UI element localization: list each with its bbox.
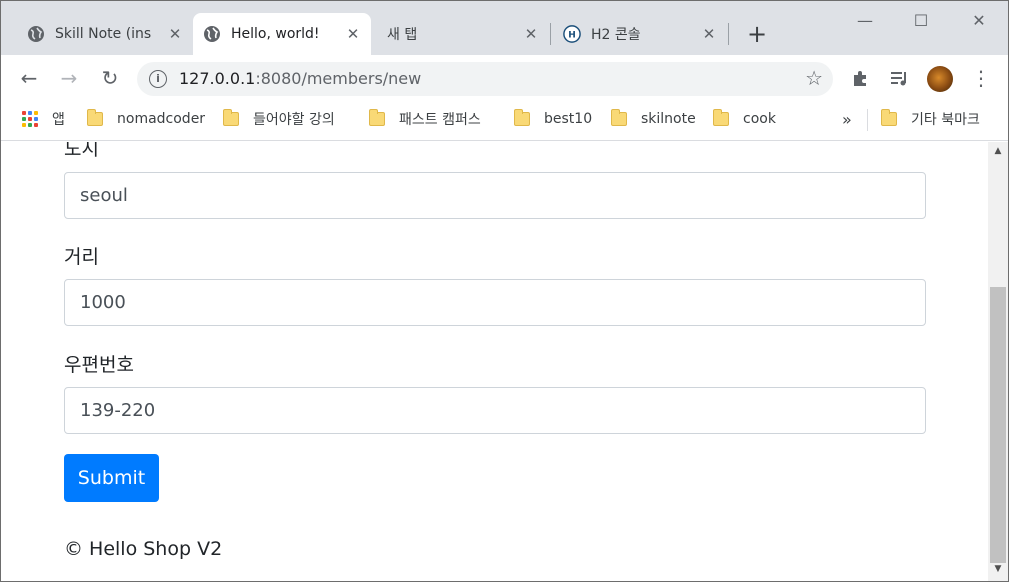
extensions-puzzle-icon[interactable] <box>846 64 874 92</box>
scroll-up-arrow-icon[interactable]: ▲ <box>988 146 1008 160</box>
bookmark-label: 들어야할 강의 <box>253 112 335 128</box>
close-tab-icon[interactable]: ✕ <box>521 25 541 43</box>
tab-title: Skill Note (ins <box>55 26 152 42</box>
tab-h2-console[interactable]: H H2 콘솔 ✕ <box>553 13 727 55</box>
globe-icon <box>28 26 44 42</box>
tab-new-tab[interactable]: 새 탭 ✕ <box>377 13 549 55</box>
footer-text: © Hello Shop V2 <box>64 538 223 560</box>
folder-icon <box>611 109 627 126</box>
folder-icon <box>713 109 729 126</box>
url-text[interactable]: 127.0.0.1:8080/members/new <box>179 69 421 88</box>
close-tab-icon[interactable]: ✕ <box>699 25 719 43</box>
bookmark-star-icon[interactable]: ☆ <box>805 66 823 90</box>
street-input[interactable]: 1000 <box>64 279 926 326</box>
forward-arrow-icon[interactable]: → <box>55 64 83 92</box>
tab-skill-note[interactable]: Skill Note (ins ✕ <box>17 13 193 55</box>
city-input[interactable]: seoul <box>64 172 926 219</box>
minimize-icon[interactable]: — <box>853 9 877 33</box>
folder-icon <box>881 109 897 126</box>
folder-icon <box>87 109 103 126</box>
folder-icon <box>369 109 385 126</box>
back-arrow-icon[interactable]: ← <box>15 64 43 92</box>
close-window-icon[interactable]: ✕ <box>967 9 991 33</box>
globe-icon <box>204 26 220 42</box>
submit-button[interactable]: Submit <box>64 454 159 502</box>
tab-separator <box>550 23 551 45</box>
bookmark-other[interactable]: 기타 북마크 <box>881 109 980 129</box>
tab-separator <box>728 23 729 45</box>
street-label: 거리 <box>64 246 99 268</box>
folder-icon <box>223 109 239 126</box>
scroll-down-arrow-icon[interactable]: ▼ <box>988 564 1008 578</box>
bookmark-skilnote[interactable]: skilnote <box>611 109 696 129</box>
tab-hello-world[interactable]: Hello, world! ✕ <box>193 13 371 55</box>
menu-kebab-icon[interactable]: ⋮ <box>967 64 995 92</box>
page-viewport: 도시 seoul 거리 1000 우편번호 139-220 Submit © H… <box>1 142 988 581</box>
url-path: :8080/members/new <box>255 69 422 88</box>
browser-window: Skill Note (ins ✕ Hello, world! ✕ 새 탭 ✕ … <box>0 0 1009 582</box>
tab-title: 새 탭 <box>387 27 418 43</box>
bookmark-label: nomadcoder <box>117 111 206 127</box>
browser-toolbar: ← → ↻ i 127.0.0.1:8080/members/new ☆ ⋮ <box>1 55 1008 101</box>
profile-avatar[interactable] <box>927 66 953 92</box>
zipcode-input[interactable]: 139-220 <box>64 387 926 434</box>
bookmark-fastcampus[interactable]: 패스트 캠퍼스 <box>369 109 481 129</box>
bookmark-cook[interactable]: cook <box>713 109 776 129</box>
bookmark-best10[interactable]: best10 <box>514 109 592 129</box>
bookmark-label: best10 <box>544 111 593 127</box>
folder-icon <box>514 109 530 126</box>
apps-icon <box>22 111 38 127</box>
new-tab-button[interactable]: + <box>743 21 771 49</box>
bookmarks-bar: 앱 nomadcoder 들어야할 강의 패스트 캠퍼스 best10 skil… <box>1 101 1008 141</box>
zipcode-label: 우편번호 <box>64 354 134 376</box>
close-tab-icon[interactable]: ✕ <box>165 25 185 43</box>
bookmark-label: 앱 <box>52 112 65 128</box>
h2-logo-icon: H <box>563 25 581 43</box>
tab-strip: Skill Note (ins ✕ Hello, world! ✕ 새 탭 ✕ … <box>1 1 1008 55</box>
bookmark-label: skilnote <box>641 111 696 127</box>
media-queue-icon[interactable] <box>886 64 914 92</box>
site-info-icon[interactable]: i <box>149 70 167 88</box>
tab-title: H2 콘솔 <box>591 27 641 43</box>
bookmarks-overflow-button[interactable]: » <box>842 109 852 129</box>
maximize-icon[interactable]: ☐ <box>909 9 933 33</box>
bookmarks-separator <box>867 109 868 131</box>
address-bar[interactable]: i 127.0.0.1:8080/members/new ☆ <box>137 62 833 96</box>
page-scrollbar[interactable]: ▲ ▼ <box>988 142 1008 581</box>
bookmark-lectures[interactable]: 들어야할 강의 <box>223 109 335 129</box>
bookmark-label: 기타 북마크 <box>911 112 980 128</box>
bookmark-label: 패스트 캠퍼스 <box>399 112 481 128</box>
reload-icon[interactable]: ↻ <box>96 64 124 92</box>
close-tab-icon[interactable]: ✕ <box>343 25 363 43</box>
tab-title: Hello, world! <box>231 26 320 42</box>
url-host: 127.0.0.1 <box>179 69 256 88</box>
city-label: 도시 <box>64 142 99 160</box>
bookmark-apps[interactable]: 앱 <box>22 109 65 129</box>
svg-text:H: H <box>568 31 576 41</box>
bookmark-label: cook <box>743 111 776 127</box>
scrollbar-thumb[interactable] <box>990 287 1006 563</box>
bookmark-nomadcoder[interactable]: nomadcoder <box>87 109 205 129</box>
